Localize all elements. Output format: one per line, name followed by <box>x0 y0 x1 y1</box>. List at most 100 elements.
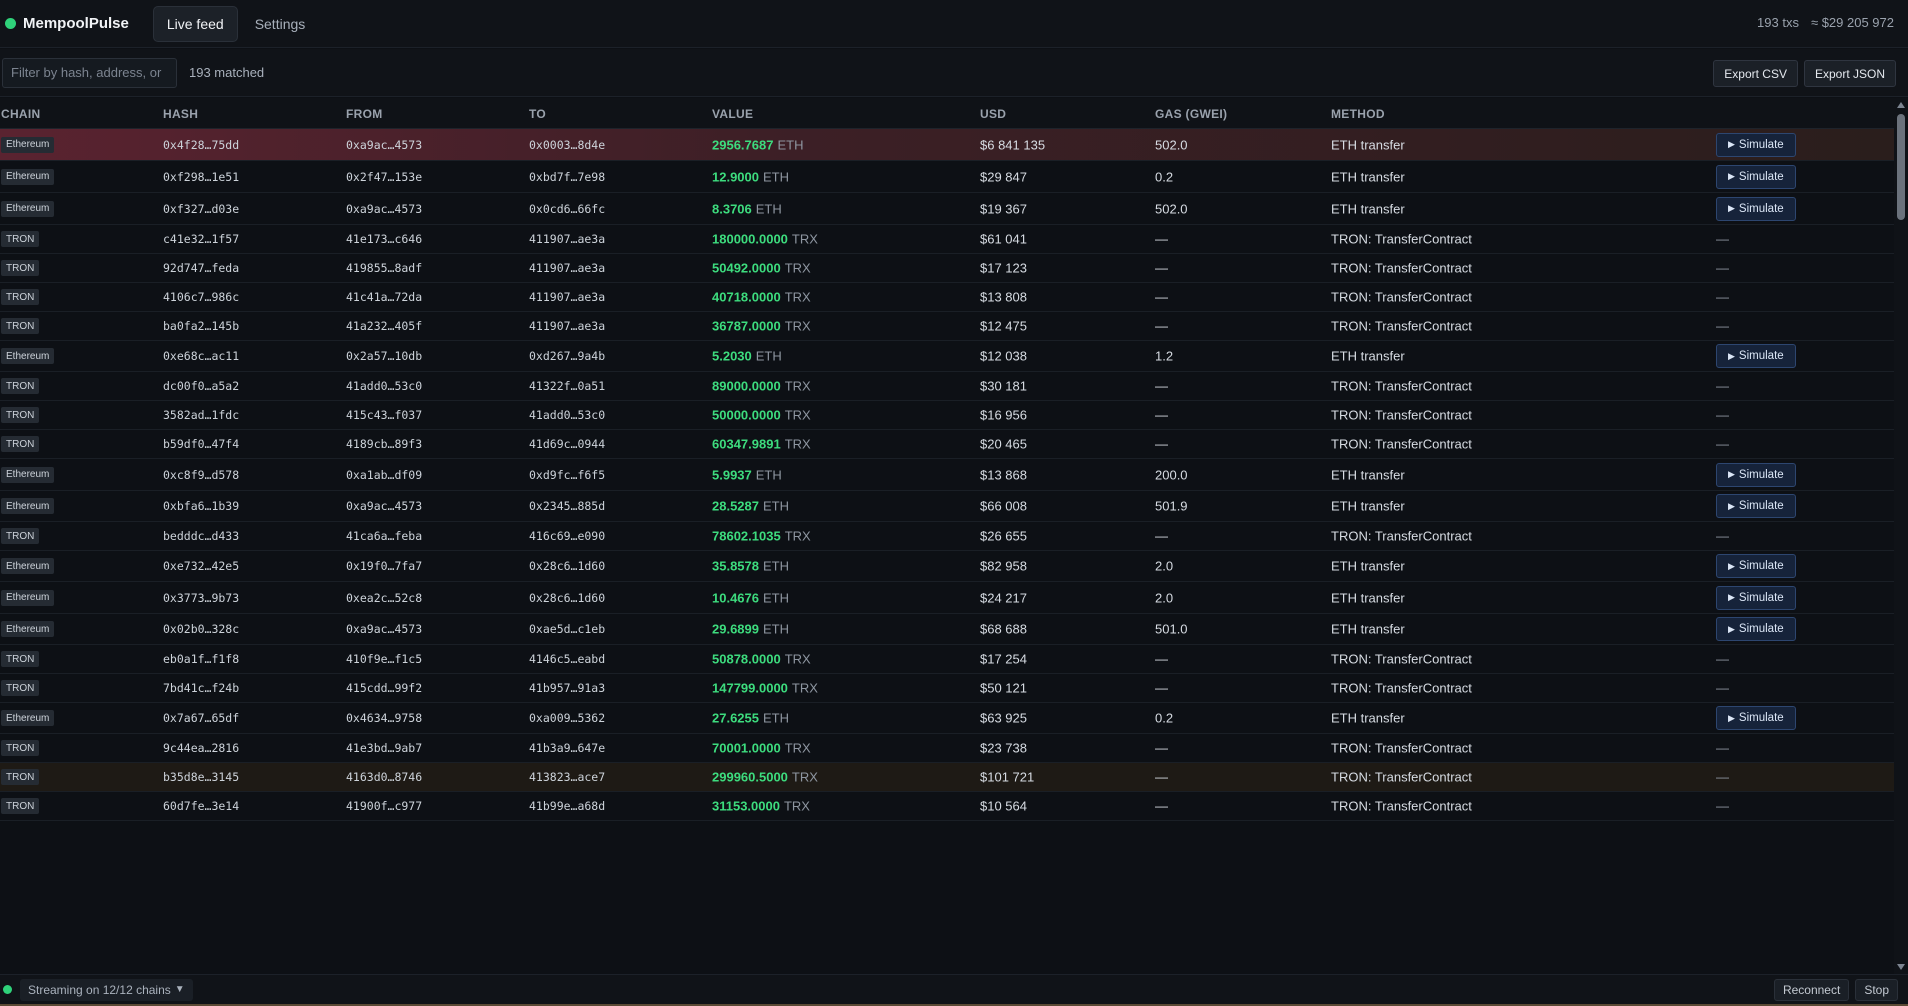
scroll-up-arrow-icon[interactable] <box>1897 102 1905 108</box>
column-header-to[interactable]: TO <box>529 107 546 121</box>
column-header-gas[interactable]: GAS (GWEI) <box>1155 107 1227 121</box>
from-address[interactable]: 0xa9ac…4573 <box>346 138 422 152</box>
column-header-value[interactable]: VALUE <box>712 107 753 121</box>
to-address[interactable]: 41b99e…a68d <box>529 799 605 813</box>
tx-hash[interactable]: ba0fa2…145b <box>163 319 239 333</box>
to-address[interactable]: 0xd267…9a4b <box>529 349 605 363</box>
from-address[interactable]: 415c43…f037 <box>346 408 422 422</box>
to-address[interactable]: 0xae5d…c1eb <box>529 622 605 636</box>
stream-status-dropdown[interactable]: Streaming on 12/12 chains ▼ <box>20 978 193 1001</box>
simulate-button[interactable]: ▶ Simulate <box>1716 164 1796 189</box>
table-scrollbar[interactable] <box>1894 98 1908 974</box>
column-header-from[interactable]: FROM <box>346 107 383 121</box>
from-address[interactable]: 41e3bd…9ab7 <box>346 741 422 755</box>
tx-hash[interactable]: 4106c7…986c <box>163 290 239 304</box>
simulate-button[interactable]: ▶ Simulate <box>1716 554 1796 578</box>
from-address[interactable]: 4163d0…8746 <box>346 770 422 784</box>
table-row[interactable]: Ethereum 0xc8f9…d578 0xa1ab…df09 0xd9fc…f6f… <box>0 459 1894 491</box>
to-address[interactable]: 411907…ae3a <box>529 290 605 304</box>
table-row[interactable]: TRON dc00f0…a5a2 41add0…53c0 41322f…0a51 890… <box>0 372 1894 401</box>
to-address[interactable]: 4146c5…eabd <box>529 652 605 666</box>
simulate-button[interactable]: ▶ Simulate <box>1716 617 1796 641</box>
column-header-method[interactable]: METHOD <box>1331 107 1385 121</box>
scroll-thumb[interactable] <box>1897 114 1905 220</box>
table-row[interactable]: TRON 60d7fe…3e14 41900f…c977 41b99e…a68d 311… <box>0 792 1894 821</box>
from-address[interactable]: 0xa9ac…4573 <box>346 499 422 513</box>
to-address[interactable]: 41add0…53c0 <box>529 408 605 422</box>
table-row[interactable]: Ethereum 0xf327…d03e 0xa9ac…4573 0x0cd6…66f… <box>0 193 1894 225</box>
from-address[interactable]: 0xa9ac…4573 <box>346 202 422 216</box>
tab-live-feed[interactable]: Live feed <box>152 5 238 42</box>
simulate-button[interactable]: ▶ Simulate <box>1716 706 1796 730</box>
tx-hash[interactable]: 0xf327…d03e <box>163 202 239 216</box>
table-row[interactable]: TRON 4106c7…986c 41c41a…72da 411907…ae3a 407… <box>0 283 1894 312</box>
tx-hash[interactable]: 0xe68c…ac11 <box>163 349 239 363</box>
tx-hash[interactable]: 60d7fe…3e14 <box>163 799 239 813</box>
table-row[interactable]: TRON bedddc…d433 41ca6a…feba 416c69…e090 786… <box>0 522 1894 551</box>
from-address[interactable]: 0x19f0…7fa7 <box>346 559 422 573</box>
from-address[interactable]: 41900f…c977 <box>346 799 422 813</box>
table-row[interactable]: TRON ba0fa2…145b 41a232…405f 411907…ae3a 367… <box>0 312 1894 341</box>
export-csv-button[interactable]: Export CSV <box>1713 60 1798 87</box>
tx-hash[interactable]: 3582ad…1fdc <box>163 408 239 422</box>
table-row[interactable]: TRON 3582ad…1fdc 415c43…f037 41add0…53c0 500… <box>0 401 1894 430</box>
tx-hash[interactable]: eb0a1f…f1f8 <box>163 652 239 666</box>
simulate-button[interactable]: ▶ Simulate <box>1716 462 1796 487</box>
from-address[interactable]: 0x4634…9758 <box>346 711 422 725</box>
to-address[interactable]: 413823…ace7 <box>529 770 605 784</box>
from-address[interactable]: 41ca6a…feba <box>346 529 422 543</box>
to-address[interactable]: 0x28c6…1d60 <box>529 559 605 573</box>
from-address[interactable]: 0x2f47…153e <box>346 170 422 184</box>
table-row[interactable]: Ethereum 0xbfa6…1b39 0xa9ac…4573 0x2345…885… <box>0 491 1894 522</box>
simulate-button[interactable]: ▶ Simulate <box>1716 196 1796 221</box>
table-row[interactable]: Ethereum 0xf298…1e51 0x2f47…153e 0xbd7f…7e9… <box>0 161 1894 193</box>
from-address[interactable]: 41a232…405f <box>346 319 422 333</box>
to-address[interactable]: 41b957…91a3 <box>529 681 605 695</box>
from-address[interactable]: 0x2a57…10db <box>346 349 422 363</box>
table-row[interactable]: TRON b59df0…47f4 4189cb…89f3 41d69c…0944 603… <box>0 430 1894 459</box>
tx-hash[interactable]: 92d747…feda <box>163 261 239 275</box>
tx-hash[interactable]: 0x7a67…65df <box>163 711 239 725</box>
tab-settings[interactable]: Settings <box>242 6 319 42</box>
tx-hash[interactable]: dc00f0…a5a2 <box>163 379 239 393</box>
reconnect-button[interactable]: Reconnect <box>1773 979 1850 1001</box>
from-address[interactable]: 4189cb…89f3 <box>346 437 422 451</box>
table-row[interactable]: TRON b35d8e…3145 4163d0…8746 413823…ace7 299… <box>0 763 1894 792</box>
scroll-down-arrow-icon[interactable] <box>1897 964 1905 970</box>
simulate-button[interactable]: ▶ Simulate <box>1716 585 1796 610</box>
tx-hash[interactable]: 0xe732…42e5 <box>163 559 239 573</box>
to-address[interactable]: 411907…ae3a <box>529 232 605 246</box>
table-row[interactable]: Ethereum 0x4f28…75dd 0xa9ac…4573 0x0003…8d4… <box>0 129 1894 161</box>
stop-button[interactable]: Stop <box>1855 979 1898 1001</box>
tx-hash[interactable]: bedddc…d433 <box>163 529 239 543</box>
table-row[interactable]: TRON eb0a1f…f1f8 410f9e…f1c5 4146c5…eabd 508… <box>0 645 1894 674</box>
from-address[interactable]: 419855…8adf <box>346 261 422 275</box>
to-address[interactable]: 0x0cd6…66fc <box>529 202 605 216</box>
filter-input[interactable] <box>2 57 177 88</box>
table-row[interactable]: TRON 7bd41c…f24b 415cdd…99f2 41b957…91a3 147… <box>0 674 1894 703</box>
column-header-usd[interactable]: USD <box>980 107 1006 121</box>
from-address[interactable]: 415cdd…99f2 <box>346 681 422 695</box>
simulate-button[interactable]: ▶ Simulate <box>1716 132 1796 157</box>
column-header-chain[interactable]: CHAIN <box>1 107 41 121</box>
to-address[interactable]: 41b3a9…647e <box>529 741 605 755</box>
simulate-button[interactable]: ▶ Simulate <box>1716 344 1796 368</box>
column-header-hash[interactable]: HASH <box>163 107 198 121</box>
table-row[interactable]: TRON 9c44ea…2816 41e3bd…9ab7 41b3a9…647e 700… <box>0 734 1894 763</box>
from-address[interactable]: 410f9e…f1c5 <box>346 652 422 666</box>
export-json-button[interactable]: Export JSON <box>1803 60 1896 87</box>
table-row[interactable]: Ethereum 0xe68c…ac11 0x2a57…10db 0xd267…9a4… <box>0 341 1894 372</box>
from-address[interactable]: 41add0…53c0 <box>346 379 422 393</box>
table-row[interactable]: Ethereum 0x02b0…328c 0xa9ac…4573 0xae5d…c1e… <box>0 614 1894 645</box>
tx-hash[interactable]: 0x3773…9b73 <box>163 591 239 605</box>
tx-hash[interactable]: 0xf298…1e51 <box>163 170 239 184</box>
from-address[interactable]: 41e173…c646 <box>346 232 422 246</box>
table-row[interactable]: TRON c41e32…1f57 41e173…c646 411907…ae3a 180… <box>0 225 1894 254</box>
table-row[interactable]: TRON 92d747…feda 419855…8adf 411907…ae3a 504… <box>0 254 1894 283</box>
tx-hash[interactable]: 9c44ea…2816 <box>163 741 239 755</box>
to-address[interactable]: 411907…ae3a <box>529 261 605 275</box>
to-address[interactable]: 416c69…e090 <box>529 529 605 543</box>
from-address[interactable]: 41c41a…72da <box>346 290 422 304</box>
simulate-button[interactable]: ▶ Simulate <box>1716 494 1796 518</box>
from-address[interactable]: 0xa1ab…df09 <box>346 468 422 482</box>
